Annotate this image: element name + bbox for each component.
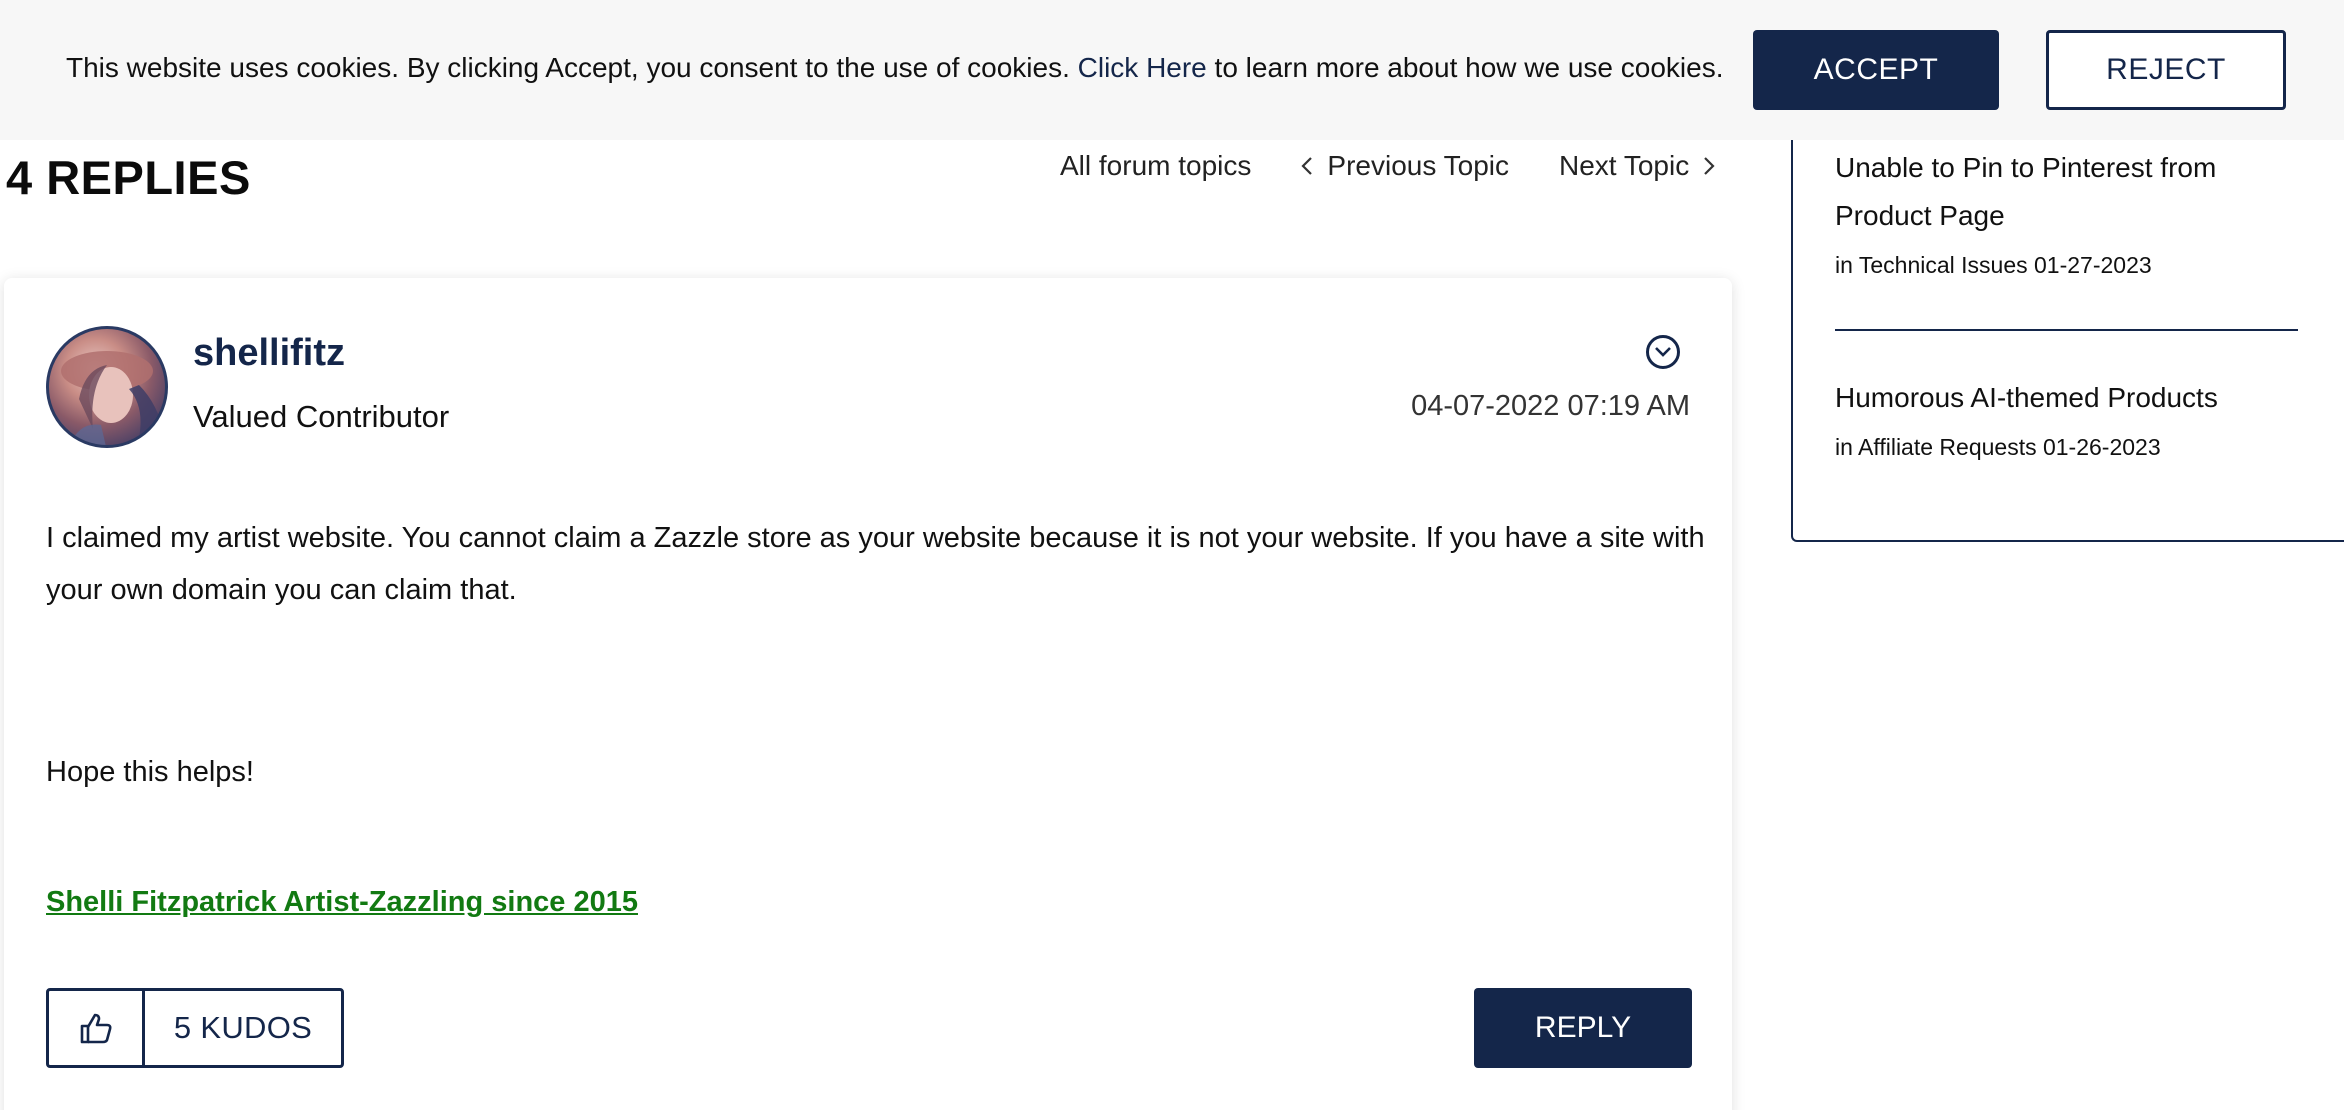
- kudos-count-link[interactable]: 5 KUDOS: [145, 991, 341, 1065]
- avatar[interactable]: [46, 326, 168, 448]
- thumbs-up-icon: [80, 1013, 111, 1044]
- cookie-banner: This website uses cookies. By clicking A…: [0, 0, 2344, 140]
- signature-link[interactable]: Shelli Fitzpatrick Artist-Zazzling since…: [46, 886, 638, 919]
- cookie-text-after: to learn more about how we use cookies.: [1206, 52, 1724, 83]
- avatar-image: [61, 351, 165, 445]
- previous-topic-label: Previous Topic: [1327, 150, 1509, 181]
- chevron-left-icon: [1301, 157, 1313, 175]
- all-forum-topics-link[interactable]: All forum topics: [1060, 150, 1251, 182]
- related-topic-item: Unable to Pin to Pinterest from Product …: [1835, 144, 2305, 280]
- post-paragraph: I claimed my artist website. You cannot …: [46, 522, 1705, 606]
- topic-navigation: All forum topics Previous Topic Next Top…: [1060, 146, 1715, 186]
- author-rank: Valued Contributor: [193, 399, 450, 434]
- replies-count-heading: 4 REPLIES: [6, 151, 251, 204]
- divider: [1835, 329, 2298, 331]
- reject-cookies-button[interactable]: REJECT: [2046, 30, 2286, 110]
- reply-post-card: shellifitz Valued Contributor 04-07-2022…: [4, 278, 1732, 1110]
- related-topic-link[interactable]: Unable to Pin to Pinterest from Product …: [1835, 144, 2305, 240]
- next-topic-label: Next Topic: [1558, 150, 1690, 181]
- chevron-down-icon: [1655, 347, 1671, 357]
- related-topics-sidebar: Unable to Pin to Pinterest from Product …: [1791, 100, 2344, 542]
- post-paragraph: Hope this helps!: [46, 756, 254, 788]
- cookie-text-before: This website uses cookies. By clicking A…: [66, 52, 1078, 83]
- post-options-button[interactable]: [1646, 335, 1680, 369]
- accept-cookies-button[interactable]: ACCEPT: [1753, 30, 1999, 110]
- cookie-learn-more-link[interactable]: Click Here: [1078, 52, 1207, 83]
- previous-topic-link[interactable]: Previous Topic: [1301, 150, 1509, 182]
- cookie-message: This website uses cookies. By clicking A…: [66, 50, 1724, 86]
- reply-button[interactable]: REPLY: [1474, 988, 1692, 1068]
- related-topic-meta: in Affiliate Requests 01-26-2023: [1835, 434, 2161, 460]
- chevron-right-icon: [1704, 157, 1715, 175]
- give-kudos-button[interactable]: [49, 991, 145, 1065]
- post-body: I claimed my artist website. You cannot …: [46, 512, 1706, 798]
- page: This website uses cookies. By clicking A…: [0, 0, 2344, 1110]
- author-name-link[interactable]: shellifitz: [193, 330, 345, 376]
- kudos-control: 5 KUDOS: [46, 988, 344, 1068]
- post-timestamp: 04-07-2022 07:19 AM: [1411, 390, 1690, 422]
- next-topic-link[interactable]: Next Topic: [1559, 150, 1715, 182]
- related-topic-link[interactable]: Humorous AI-themed Products: [1835, 374, 2305, 422]
- related-topic-item: Humorous AI-themed Products in Affiliate…: [1835, 374, 2305, 462]
- related-topic-meta: in Technical Issues 01-27-2023: [1835, 252, 2152, 278]
- all-forum-topics-label: All forum topics: [1060, 150, 1252, 181]
